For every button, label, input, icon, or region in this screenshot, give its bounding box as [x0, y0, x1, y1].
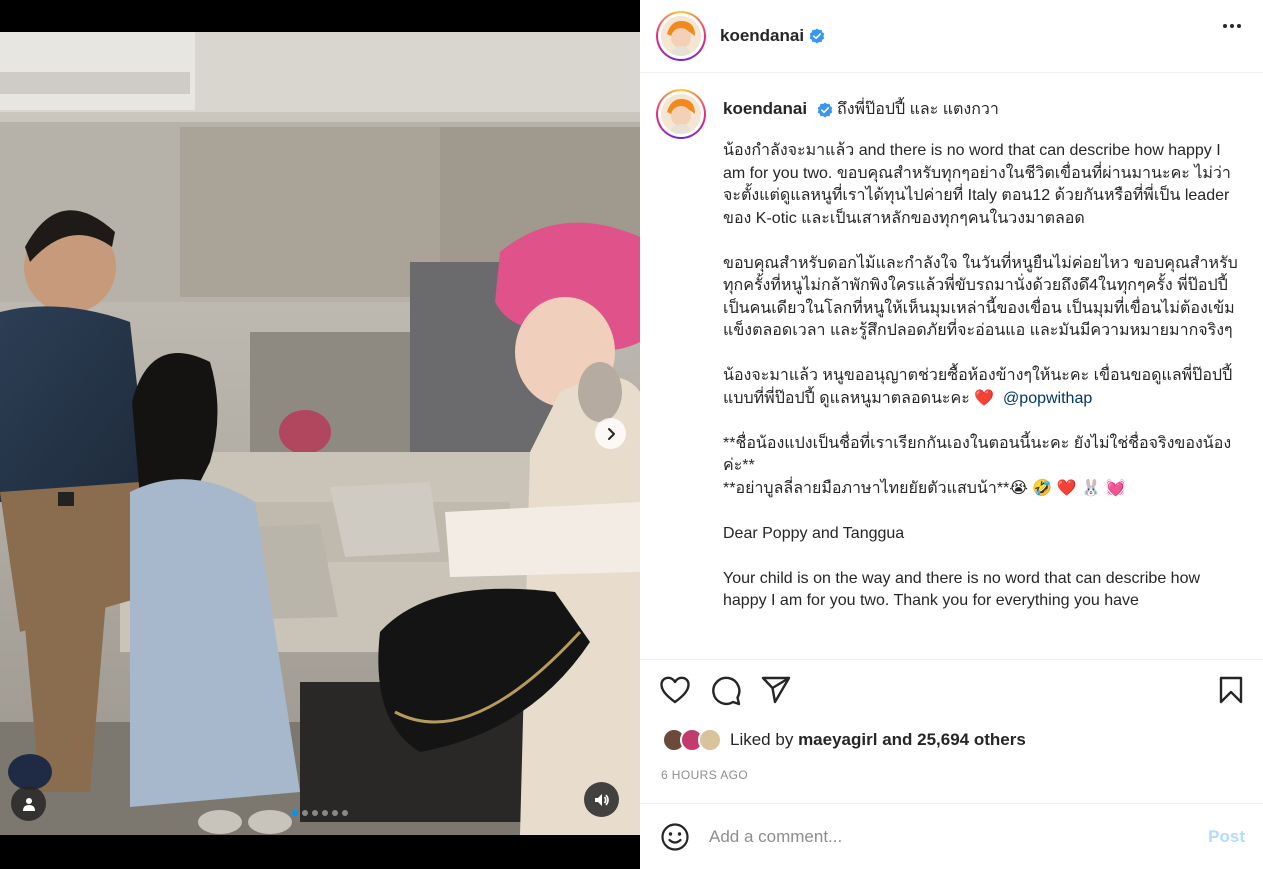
- comment-button[interactable]: [711, 676, 741, 711]
- save-button[interactable]: [1219, 676, 1243, 709]
- caption-area: koendanai ถึงพี่ป๊อปปี้ และ แตงกวา น้องก…: [640, 74, 1263, 659]
- caption-paragraph: Your child is on the way and there is no…: [723, 569, 1205, 610]
- carousel-dot: [312, 810, 318, 816]
- paper-plane-icon: [761, 676, 791, 704]
- post-sidebar: koendanai koendanai ถึงพี่ป๊อปปี้ และ แต…: [640, 0, 1263, 869]
- caption-title: ถึงพี่ป๊อปปี้ และ แตงกวา: [837, 101, 999, 118]
- share-button[interactable]: [761, 676, 791, 709]
- liked-by-username[interactable]: maeyagirl: [798, 730, 877, 750]
- carousel-dot: [322, 810, 328, 816]
- caption-paragraph: **ชื่อน้องแปงเป็นชื่อที่เราเรียกกันเองใน…: [723, 434, 1232, 497]
- verified-badge-icon: [817, 102, 833, 118]
- carousel-dot: [302, 810, 308, 816]
- post-photo-scene: [0, 32, 640, 835]
- heart-icon: [660, 676, 690, 704]
- carousel-indicator: [0, 810, 640, 816]
- avatar: [698, 728, 722, 752]
- media-viewer: [0, 0, 640, 869]
- caption-title-line: koendanai ถึงพี่ป๊อปปี้ และ แตงกวา: [723, 97, 999, 122]
- chevron-right-icon: [607, 427, 615, 440]
- caption-paragraph: น้องกำลังจะมาแล้ว and there is no word t…: [723, 142, 1234, 227]
- caption-author-username[interactable]: koendanai: [723, 99, 807, 118]
- comment-bar: Post: [640, 803, 1263, 869]
- author-avatar[interactable]: [656, 11, 706, 61]
- liker-avatars[interactable]: [662, 728, 722, 752]
- action-bar: [640, 659, 1263, 725]
- liked-by-prefix: Liked by: [730, 730, 794, 749]
- caption-paragraph: ขอบคุณสำหรับดอกไม้และกำลังใจ ในวันที่หนู…: [723, 254, 1238, 340]
- mention-link[interactable]: @popwithap: [1003, 390, 1092, 407]
- likes-summary: Liked by maeyagirl and 25,694 others: [662, 728, 1026, 752]
- comment-icon: [712, 676, 741, 706]
- caption-header: koendanai ถึงพี่ป๊อปปี้ และ แตงกวา: [656, 89, 999, 139]
- bookmark-icon: [1219, 676, 1243, 704]
- post-comment-button[interactable]: Post: [1208, 827, 1245, 847]
- caption-text: น้องกำลังจะมาแล้ว and there is no word t…: [723, 140, 1241, 635]
- avatar-photo: [661, 16, 701, 56]
- more-options-button[interactable]: [1223, 24, 1241, 28]
- like-button[interactable]: [660, 676, 690, 709]
- user-tag-icon: [22, 797, 35, 811]
- post-header: koendanai: [640, 0, 1263, 73]
- author-username[interactable]: koendanai: [720, 26, 804, 46]
- liked-by-count[interactable]: and 25,694 others: [882, 730, 1026, 750]
- carousel-dot: [342, 810, 348, 816]
- carousel-next-button[interactable]: [595, 418, 626, 449]
- caption-paragraph: น้องจะมาแล้ว หนูขออนุญาตช่วยซื้อห้องข้าง…: [723, 367, 1233, 407]
- carousel-dot: [292, 810, 298, 816]
- caption-paragraph: Dear Poppy and Tanggua: [723, 524, 905, 542]
- smiley-icon: [661, 822, 689, 851]
- caption-author-avatar[interactable]: [656, 89, 706, 139]
- more-dots-icon: [1223, 24, 1227, 28]
- emoji-picker-button[interactable]: [660, 822, 690, 852]
- post-photo[interactable]: [0, 32, 640, 835]
- verified-badge-icon: [809, 28, 825, 44]
- post-timestamp[interactable]: 6 HOURS AGO: [661, 768, 748, 782]
- speaker-icon: [594, 793, 609, 806]
- carousel-dot: [332, 810, 338, 816]
- comment-input[interactable]: [709, 826, 1209, 847]
